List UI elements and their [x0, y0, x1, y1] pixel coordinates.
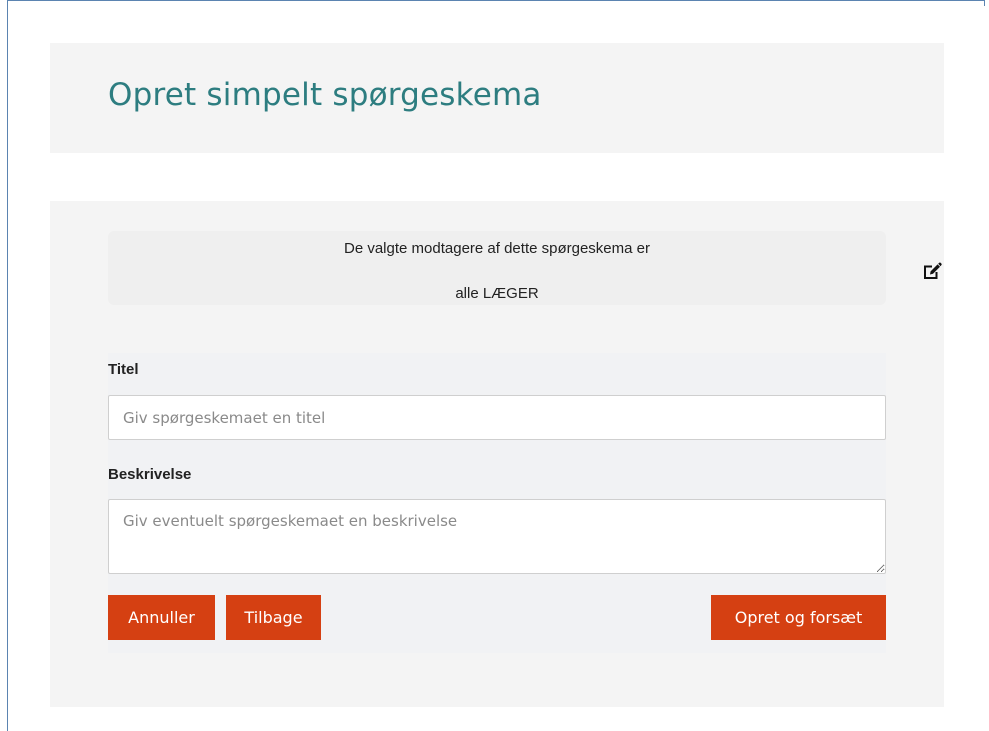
- edit-icon[interactable]: [922, 262, 942, 280]
- description-textarea[interactable]: [108, 499, 886, 574]
- description-label: Beskrivelse: [108, 466, 192, 483]
- recipients-value: alle LÆGER: [455, 285, 539, 302]
- back-button[interactable]: Tilbage: [226, 595, 321, 640]
- create-and-continue-button[interactable]: Opret og forsæt: [711, 595, 886, 640]
- window-border-right: [984, 0, 985, 6]
- window-border-top: [7, 0, 985, 1]
- recipients-box: De valgte modtagere af dette spørgeskema…: [108, 231, 942, 305]
- questionnaire-form: Titel Beskrivelse Annuller Tilbage Opret…: [108, 353, 886, 653]
- header-panel: Opret simpelt spørgeskema: [50, 43, 944, 153]
- main-panel: De valgte modtagere af dette spørgeskema…: [50, 201, 944, 707]
- cancel-button[interactable]: Annuller: [108, 595, 215, 640]
- title-label: Titel: [108, 361, 139, 378]
- page-title: Opret simpelt spørgeskema: [108, 77, 542, 113]
- window-border-left: [7, 0, 8, 731]
- recipients-intro-text: De valgte modtagere af dette spørgeskema…: [344, 240, 650, 257]
- title-input[interactable]: [108, 395, 886, 440]
